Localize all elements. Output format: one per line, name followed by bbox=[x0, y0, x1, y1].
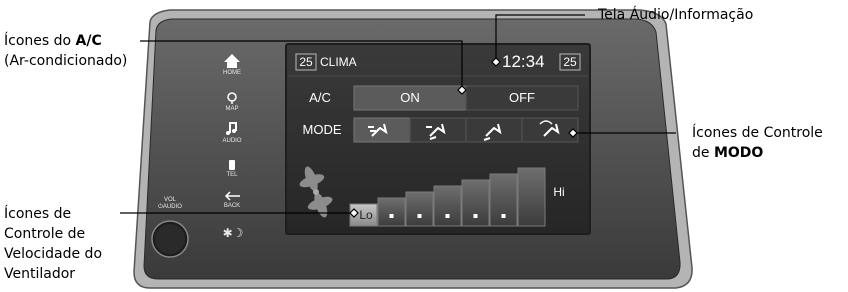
fan-icons-callout-2: Controle de bbox=[4, 226, 86, 242]
audio-button-label[interactable]: AUDIO bbox=[217, 138, 247, 144]
mode-icons-callout: Ícones de Controle bbox=[692, 125, 823, 141]
fan-level-3-dot bbox=[417, 214, 422, 218]
ac-label: A/C bbox=[309, 90, 331, 105]
fan-level-6-dot bbox=[501, 214, 506, 218]
mode-icons-callout-line2: de MODO bbox=[692, 143, 763, 163]
vol-audio-label: ⏻AUDIO bbox=[158, 204, 182, 210]
ac-icons-callout-prefix: Ícones do bbox=[4, 33, 76, 49]
ac-on-label[interactable]: ON bbox=[354, 90, 466, 105]
fan-level-5-button[interactable] bbox=[461, 179, 490, 227]
fan-level-2-button[interactable] bbox=[377, 197, 406, 227]
fan-hi-label[interactable]: Hi bbox=[546, 185, 572, 199]
fan-icons-callout-4: Ventilador bbox=[4, 266, 76, 282]
fan-level-3-button[interactable] bbox=[405, 191, 434, 227]
back-button-label[interactable]: BACK bbox=[217, 203, 247, 209]
ac-icons-callout-line2: (Ar-condicionado) bbox=[4, 53, 128, 69]
mode-icons-callout-prefix: de bbox=[692, 145, 714, 161]
tel-button-label[interactable]: TEL bbox=[217, 172, 247, 178]
mode-button-2 bbox=[409, 117, 467, 143]
right-temp[interactable]: 25 bbox=[560, 55, 580, 69]
fan-level-5-dot bbox=[473, 214, 478, 218]
mode-label: MODE bbox=[302, 122, 342, 137]
mode-icons-callout-bold: MODO bbox=[713, 145, 764, 161]
fan-level-4-dot bbox=[445, 214, 450, 218]
fan-level-6-button[interactable] bbox=[489, 173, 518, 227]
home-button-label[interactable]: HOME bbox=[217, 70, 247, 76]
left-temp[interactable]: 25 bbox=[296, 55, 316, 69]
mode-button-3 bbox=[465, 117, 523, 143]
screen-title: CLIMA bbox=[320, 55, 357, 69]
map-button-label[interactable]: MAP bbox=[217, 106, 247, 112]
tel-icon bbox=[229, 160, 235, 170]
brightness-button[interactable]: ✱☽ bbox=[218, 226, 248, 240]
ac-icons-callout-bold: A/C bbox=[75, 33, 102, 49]
fan-level-4-button[interactable] bbox=[433, 185, 462, 227]
fan-icons-callout-3: Velocidade do bbox=[4, 246, 103, 262]
audio-info-callout: Tela Áudio/Informação bbox=[598, 7, 754, 23]
fan-icons-callout-1: Ícones de bbox=[4, 206, 72, 222]
clock: 12:34 bbox=[502, 52, 545, 71]
ac-off-label[interactable]: OFF bbox=[466, 90, 578, 105]
ac-icons-callout: Ícones do A/C bbox=[4, 31, 102, 51]
fan-lo-label[interactable]: Lo bbox=[355, 208, 377, 222]
fan-level-7-button[interactable] bbox=[517, 167, 546, 227]
vol-label: VOL bbox=[163, 197, 176, 203]
fan-level-2-dot bbox=[389, 214, 394, 218]
